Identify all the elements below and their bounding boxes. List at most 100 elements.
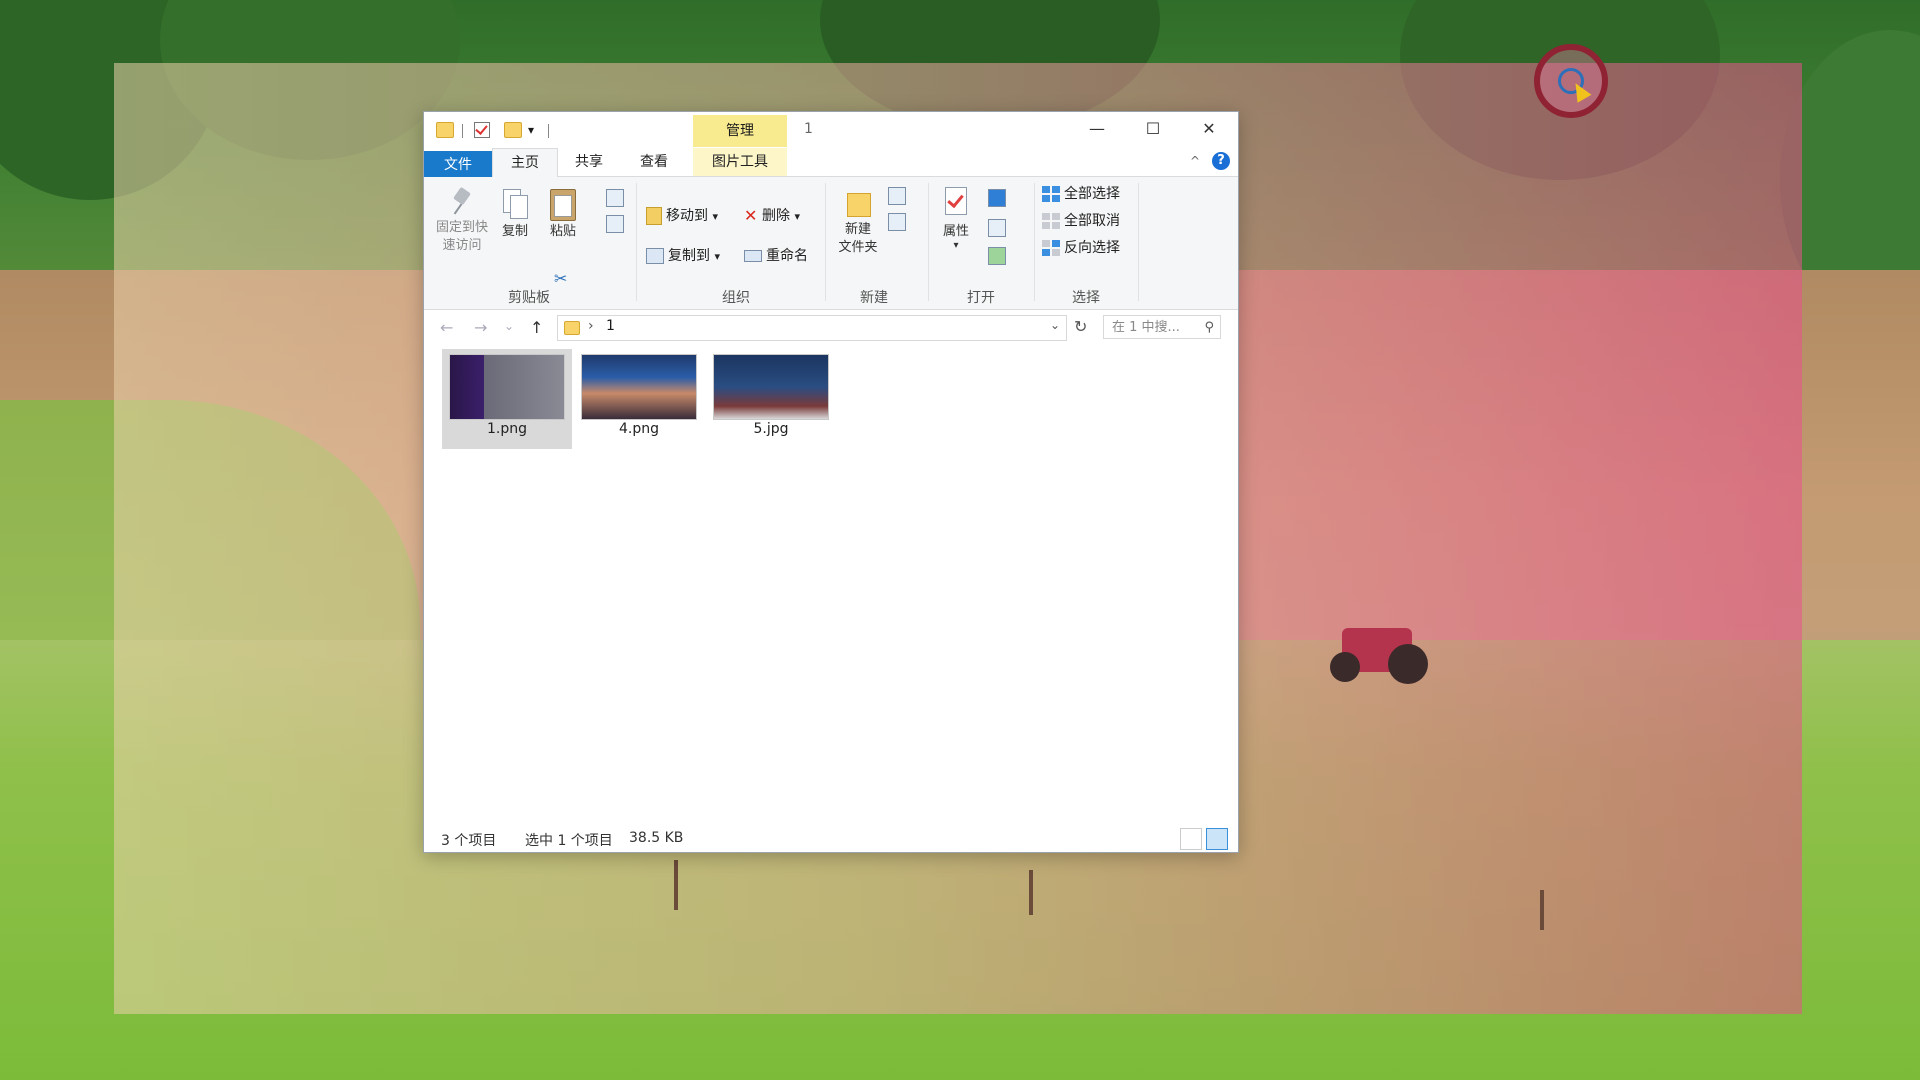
delete-icon: ✕ — [744, 206, 758, 225]
fence-post — [1029, 870, 1033, 915]
delete-button[interactable]: ✕ 删除 ▾ — [744, 205, 800, 227]
group-divider — [1034, 183, 1035, 301]
history-icon[interactable] — [988, 247, 1006, 265]
pin-quick-access-button[interactable]: 固定到快 速访问 — [432, 189, 492, 255]
paste-button[interactable]: 粘贴 — [540, 185, 586, 241]
move-to-label: 移动到 — [666, 208, 708, 224]
breadcrumb-folder[interactable]: 1 — [606, 318, 615, 334]
select-none-icon — [1042, 213, 1060, 229]
collapse-ribbon-icon[interactable]: ^ — [1190, 154, 1200, 168]
properties-button[interactable]: 属性 ▾ — [934, 187, 978, 251]
ribbon: 固定到快 速访问 复制 粘贴 ✂ 剪贴板 移动到 ▾ 复制到 ▾ ✕删除 ▾ — [424, 177, 1238, 310]
file-item-2[interactable]: 4.png — [574, 349, 704, 449]
title-bar: ▾ 管理 1 — ☐ ✕ — [424, 112, 1238, 148]
paste-label: 粘贴 — [549, 224, 576, 239]
refresh-icon[interactable]: ↻ — [1074, 317, 1087, 336]
thumbnail-1 — [449, 354, 565, 420]
window-title: 1 — [804, 121, 813, 137]
file-name: 5.jpg — [753, 421, 789, 437]
copy-label: 复制 — [501, 224, 528, 239]
details-view-icon[interactable] — [1180, 828, 1202, 850]
select-all-label: 全部选择 — [1064, 186, 1120, 202]
file-name: 1.png — [486, 421, 527, 437]
recent-locations-icon[interactable]: ⌄ — [504, 319, 514, 333]
folder-icon — [436, 122, 454, 138]
select-all-icon — [1042, 186, 1060, 202]
pin-icon — [453, 189, 471, 215]
file-name: 4.png — [618, 421, 659, 437]
group-label-clipboard: 剪贴板 — [508, 290, 550, 306]
properties-dropdown-icon: ▾ — [953, 240, 959, 251]
invert-selection-button[interactable]: 反向选择 — [1042, 237, 1120, 259]
delete-label: 删除 — [762, 208, 790, 224]
file-explorer-window: ▾ 管理 1 — ☐ ✕ 文件 主页 共享 查看 图片工具 ^ ? 固定到快 速… — [423, 111, 1239, 853]
minimize-button[interactable]: — — [1074, 112, 1120, 146]
invert-selection-icon — [1042, 240, 1060, 256]
tractor — [1330, 618, 1430, 698]
new-folder-label-2: 文件夹 — [838, 240, 878, 255]
paste-shortcut-icon[interactable] — [606, 215, 624, 233]
quick-access-dropdown[interactable]: ▾ — [528, 123, 534, 141]
forward-arrow-icon[interactable]: → — [474, 318, 487, 337]
search-icon: ⚲ — [1204, 320, 1214, 335]
select-none-button[interactable]: 全部取消 — [1042, 210, 1120, 232]
group-label-open: 打开 — [967, 290, 995, 306]
select-all-button[interactable]: 全部选择 — [1042, 183, 1120, 205]
new-folder-button[interactable]: 新建 文件夹 — [828, 187, 888, 257]
group-divider — [825, 183, 826, 301]
properties-quick-icon[interactable] — [474, 122, 490, 138]
new-folder-quick-icon[interactable] — [504, 122, 522, 138]
easy-access-icon[interactable] — [888, 213, 906, 231]
open-with-icon[interactable] — [988, 189, 1006, 207]
move-to-icon — [646, 207, 662, 225]
group-label-select: 选择 — [1072, 290, 1100, 306]
item-count: 3 个项目 — [441, 833, 497, 849]
new-folder-label: 新建 — [844, 222, 871, 237]
delete-dropdown-icon: ▾ — [794, 210, 800, 223]
search-placeholder: 在 1 中搜... — [1112, 320, 1180, 335]
address-bar[interactable]: › 1 ⌄ — [557, 315, 1067, 341]
copy-icon — [503, 189, 528, 219]
new-item-icon[interactable] — [888, 187, 906, 205]
cut-icon[interactable]: ✂ — [554, 269, 567, 288]
search-box[interactable]: 在 1 中搜... ⚲ — [1103, 315, 1221, 339]
invert-selection-label: 反向选择 — [1064, 240, 1120, 256]
click-indicator — [1534, 44, 1608, 118]
group-divider — [1138, 183, 1139, 301]
help-icon[interactable]: ? — [1212, 152, 1230, 170]
tab-home[interactable]: 主页 — [492, 148, 558, 177]
tab-view[interactable]: 查看 — [622, 148, 686, 176]
file-item-3[interactable]: 5.jpg — [706, 349, 836, 449]
status-bar: 3 个项目 选中 1 个项目 38.5 KB — [424, 826, 1238, 852]
move-to-button[interactable]: 移动到 ▾ — [646, 205, 718, 227]
tab-share[interactable]: 共享 — [558, 148, 620, 176]
back-arrow-icon[interactable]: ← — [440, 318, 453, 337]
tab-manage[interactable]: 管理 — [693, 115, 787, 147]
up-arrow-icon[interactable]: ↑ — [530, 318, 543, 337]
large-icons-view-icon[interactable] — [1206, 828, 1228, 850]
ribbon-tabs: 文件 主页 共享 查看 图片工具 ^ ? — [424, 148, 1238, 251]
pin-label-2: 速访问 — [442, 238, 482, 253]
tab-picture-tools[interactable]: 图片工具 — [693, 148, 787, 176]
edit-icon[interactable] — [988, 219, 1006, 237]
file-item-1[interactable]: 1.png — [442, 349, 572, 449]
pin-label: 固定到快 — [435, 220, 488, 235]
address-bar-row: ← → ⌄ ↑ › 1 ⌄ ↻ 在 1 中搜... ⚲ — [424, 310, 1238, 346]
maximize-button[interactable]: ☐ — [1130, 112, 1176, 146]
folder-icon — [564, 321, 580, 335]
copy-to-label: 复制到 — [668, 248, 710, 264]
address-dropdown-icon[interactable]: ⌄ — [1050, 318, 1060, 332]
copy-to-dropdown-icon: ▾ — [714, 250, 720, 263]
breadcrumb-chevron-icon[interactable]: › — [588, 318, 594, 334]
copy-to-button[interactable]: 复制到 ▾ — [646, 245, 720, 267]
rename-button[interactable]: 重命名 — [744, 245, 808, 267]
paste-icon — [550, 185, 576, 221]
fence-post — [674, 860, 678, 910]
close-button[interactable]: ✕ — [1186, 112, 1232, 146]
copy-path-icon[interactable] — [606, 189, 624, 207]
properties-label: 属性 — [942, 224, 969, 239]
new-folder-icon — [845, 187, 871, 217]
copy-to-icon — [646, 248, 664, 264]
group-label-organize: 组织 — [722, 290, 750, 306]
copy-button[interactable]: 复制 — [494, 189, 536, 241]
